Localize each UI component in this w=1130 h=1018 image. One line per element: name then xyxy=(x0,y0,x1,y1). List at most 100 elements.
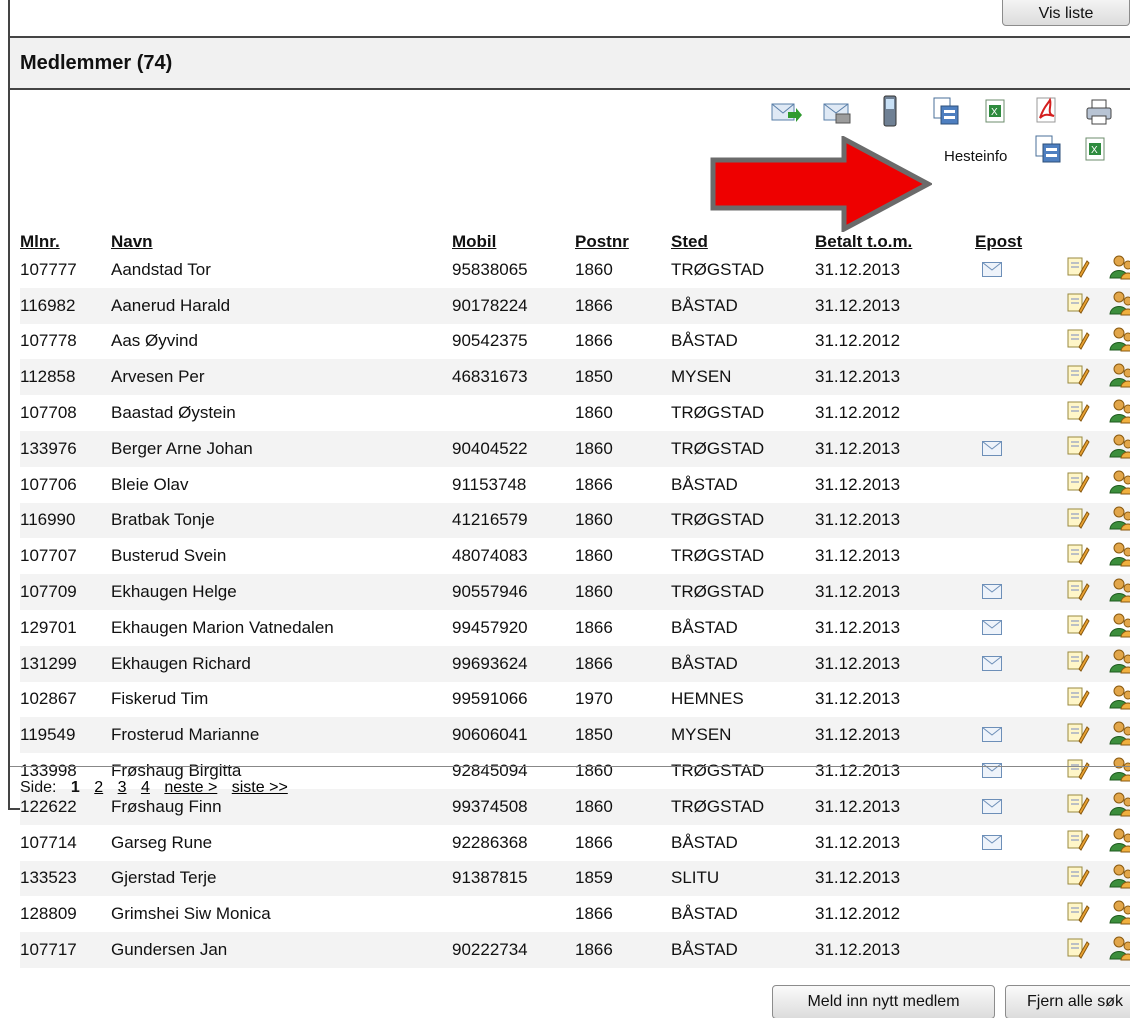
table-row[interactable]: 133976 Berger Arne Johan 90404522 1860 TRØGS… xyxy=(20,430,1130,467)
table-row[interactable]: 116990 Bratbak Tonje 41216579 1860 TRØGSTAD 3… xyxy=(20,502,1130,539)
member-details-icon[interactable] xyxy=(1109,290,1130,316)
table-row[interactable]: 107709 Ekhaugen Helge 90557946 1860 TRØGSTAD… xyxy=(20,574,1130,610)
email-icon[interactable] xyxy=(982,727,1002,743)
member-details-icon[interactable] xyxy=(1109,326,1130,352)
cell-edit xyxy=(1056,788,1101,825)
edit-member-icon[interactable] xyxy=(1066,578,1090,602)
table-row[interactable]: 119549 Frosterud Marianne 90606041 1850 MYSE… xyxy=(20,717,1130,754)
cell-user xyxy=(1101,825,1130,861)
edit-member-icon[interactable] xyxy=(1066,470,1090,494)
col-header-betalt[interactable]: Betalt t.o.m. xyxy=(815,228,975,252)
export-document-icon[interactable] xyxy=(932,96,960,126)
member-details-icon[interactable] xyxy=(1109,863,1130,889)
table-row[interactable]: 107707 Busterud Svein 48074083 1860 TRØGSTAD… xyxy=(20,538,1130,574)
member-details-icon[interactable] xyxy=(1109,648,1130,674)
email-icon[interactable] xyxy=(982,834,1002,850)
edit-member-icon[interactable] xyxy=(1066,506,1090,530)
table-row[interactable]: 129701 Ekhaugen Marion Vatnedalen 99457920… xyxy=(20,610,1130,646)
member-details-icon[interactable] xyxy=(1109,398,1130,424)
edit-member-icon[interactable] xyxy=(1066,685,1090,709)
member-details-icon[interactable] xyxy=(1109,254,1130,280)
member-details-icon[interactable] xyxy=(1109,362,1130,388)
table-row[interactable]: 116982 Aanerud Harald 90178224 1866 BÅSTAD 31… xyxy=(20,287,1130,324)
edit-member-icon[interactable] xyxy=(1066,757,1090,781)
cell-mlnr: 107706 xyxy=(20,474,77,494)
edit-member-icon[interactable] xyxy=(1066,613,1090,637)
edit-member-icon[interactable] xyxy=(1066,900,1090,924)
edit-member-icon[interactable] xyxy=(1066,649,1090,673)
table-row[interactable]: 112858 Arvesen Per 46831673 1850 MYSEN 31.12.… xyxy=(20,359,1130,396)
member-details-icon[interactable] xyxy=(1109,756,1130,782)
edit-member-icon[interactable] xyxy=(1066,721,1090,745)
email-icon[interactable] xyxy=(982,440,1002,456)
pager-page-4[interactable]: 4 xyxy=(141,779,150,796)
table-row[interactable]: 107778 Aas Øyvind 90542375 1866 BÅSTAD 31.12.… xyxy=(20,324,1130,360)
send-email-icon[interactable] xyxy=(770,98,802,126)
pager-last-link[interactable]: siste >> xyxy=(232,779,288,796)
mobile-phone-icon[interactable] xyxy=(880,94,900,128)
member-details-icon[interactable] xyxy=(1109,577,1130,603)
table-row[interactable]: 107708 Baastad Øystein 1860 TRØGSTAD 31.12.2… xyxy=(20,395,1130,431)
edit-member-icon[interactable] xyxy=(1066,399,1090,423)
edit-member-icon[interactable] xyxy=(1066,434,1090,458)
edit-member-icon[interactable] xyxy=(1066,291,1090,315)
pdf-icon[interactable] xyxy=(1034,96,1060,126)
col-header-postnr[interactable]: Postnr xyxy=(575,228,671,252)
pager-next-link[interactable]: neste > xyxy=(164,779,217,796)
edit-member-icon[interactable] xyxy=(1066,327,1090,351)
edit-member-icon[interactable] xyxy=(1066,542,1090,566)
pager-page-3[interactable]: 3 xyxy=(118,779,127,796)
cell-betalt: 31.12.2013 xyxy=(815,761,901,781)
cell-epost xyxy=(975,645,1056,682)
table-row[interactable]: 107717 Gundersen Jan 90222734 1866 BÅSTAD 31.… xyxy=(20,932,1130,968)
edit-member-icon[interactable] xyxy=(1066,363,1090,387)
table-row[interactable]: 107777 Aandstad Tor 95838065 1860 TRØGSTAD 31… xyxy=(20,252,1130,288)
table-row[interactable]: 107706 Bleie Olav 91153748 1866 BÅSTAD 31.12.… xyxy=(20,467,1130,503)
edit-member-icon[interactable] xyxy=(1066,864,1090,888)
cell-mobil: 99591066 xyxy=(452,689,528,709)
member-details-icon[interactable] xyxy=(1109,791,1130,817)
member-details-icon[interactable] xyxy=(1109,684,1130,710)
email-icon[interactable] xyxy=(982,261,1002,277)
cell-mobil: 90404522 xyxy=(452,430,575,467)
col-header-mlnr[interactable]: Mlnr. xyxy=(20,228,111,252)
member-details-icon[interactable] xyxy=(1109,935,1130,961)
edit-member-icon[interactable] xyxy=(1066,255,1090,279)
email-icon[interactable] xyxy=(982,619,1002,635)
hesteinfo-export-document-icon[interactable] xyxy=(1034,134,1062,164)
vis-liste-button[interactable]: Vis liste xyxy=(1002,0,1130,26)
col-header-sted[interactable]: Sted xyxy=(671,228,815,252)
col-header-mobil[interactable]: Mobil xyxy=(452,228,575,252)
member-details-icon[interactable] xyxy=(1109,720,1130,746)
edit-member-icon[interactable] xyxy=(1066,828,1090,852)
send-sms-icon[interactable] xyxy=(822,98,854,126)
email-icon[interactable] xyxy=(982,798,1002,814)
excel-export-icon[interactable]: X xyxy=(984,98,1008,124)
hesteinfo-excel-export-icon[interactable]: X xyxy=(1084,136,1108,162)
cell-user xyxy=(1101,610,1130,646)
email-icon[interactable] xyxy=(982,584,1002,600)
email-icon[interactable] xyxy=(982,655,1002,671)
table-row[interactable]: 102867 Fiskerud Tim 99591066 1970 HEMNES 31.1… xyxy=(20,682,1130,718)
member-details-icon[interactable] xyxy=(1109,505,1130,531)
col-header-navn[interactable]: Navn xyxy=(111,228,452,252)
cell-user xyxy=(1101,860,1130,897)
print-icon[interactable] xyxy=(1084,98,1114,126)
table-row[interactable]: 133523 Gjerstad Terje 91387815 1859 SLITU 31.… xyxy=(20,860,1130,897)
member-details-icon[interactable] xyxy=(1109,899,1130,925)
member-details-icon[interactable] xyxy=(1109,433,1130,459)
pager-page-2[interactable]: 2 xyxy=(94,779,103,796)
edit-member-icon[interactable] xyxy=(1066,792,1090,816)
member-details-icon[interactable] xyxy=(1109,612,1130,638)
col-header-epost[interactable]: Epost xyxy=(975,228,1056,252)
new-member-button[interactable]: Meld inn nytt medlem xyxy=(772,985,995,1018)
member-details-icon[interactable] xyxy=(1109,469,1130,495)
table-row[interactable]: 128809 Grimshei Siw Monica 1866 BÅSTAD 31.12… xyxy=(20,896,1130,932)
table-row[interactable]: 131299 Ekhaugen Richard 99693624 1866 BÅSTAD… xyxy=(20,645,1130,682)
cell-navn: Bleie Olav xyxy=(111,474,189,494)
member-details-icon[interactable] xyxy=(1109,541,1130,567)
clear-search-button[interactable]: Fjern alle søk xyxy=(1005,985,1130,1018)
table-row[interactable]: 107714 Garseg Rune 92286368 1866 BÅSTAD 31.12… xyxy=(20,825,1130,861)
member-details-icon[interactable] xyxy=(1109,827,1130,853)
edit-member-icon[interactable] xyxy=(1066,936,1090,960)
